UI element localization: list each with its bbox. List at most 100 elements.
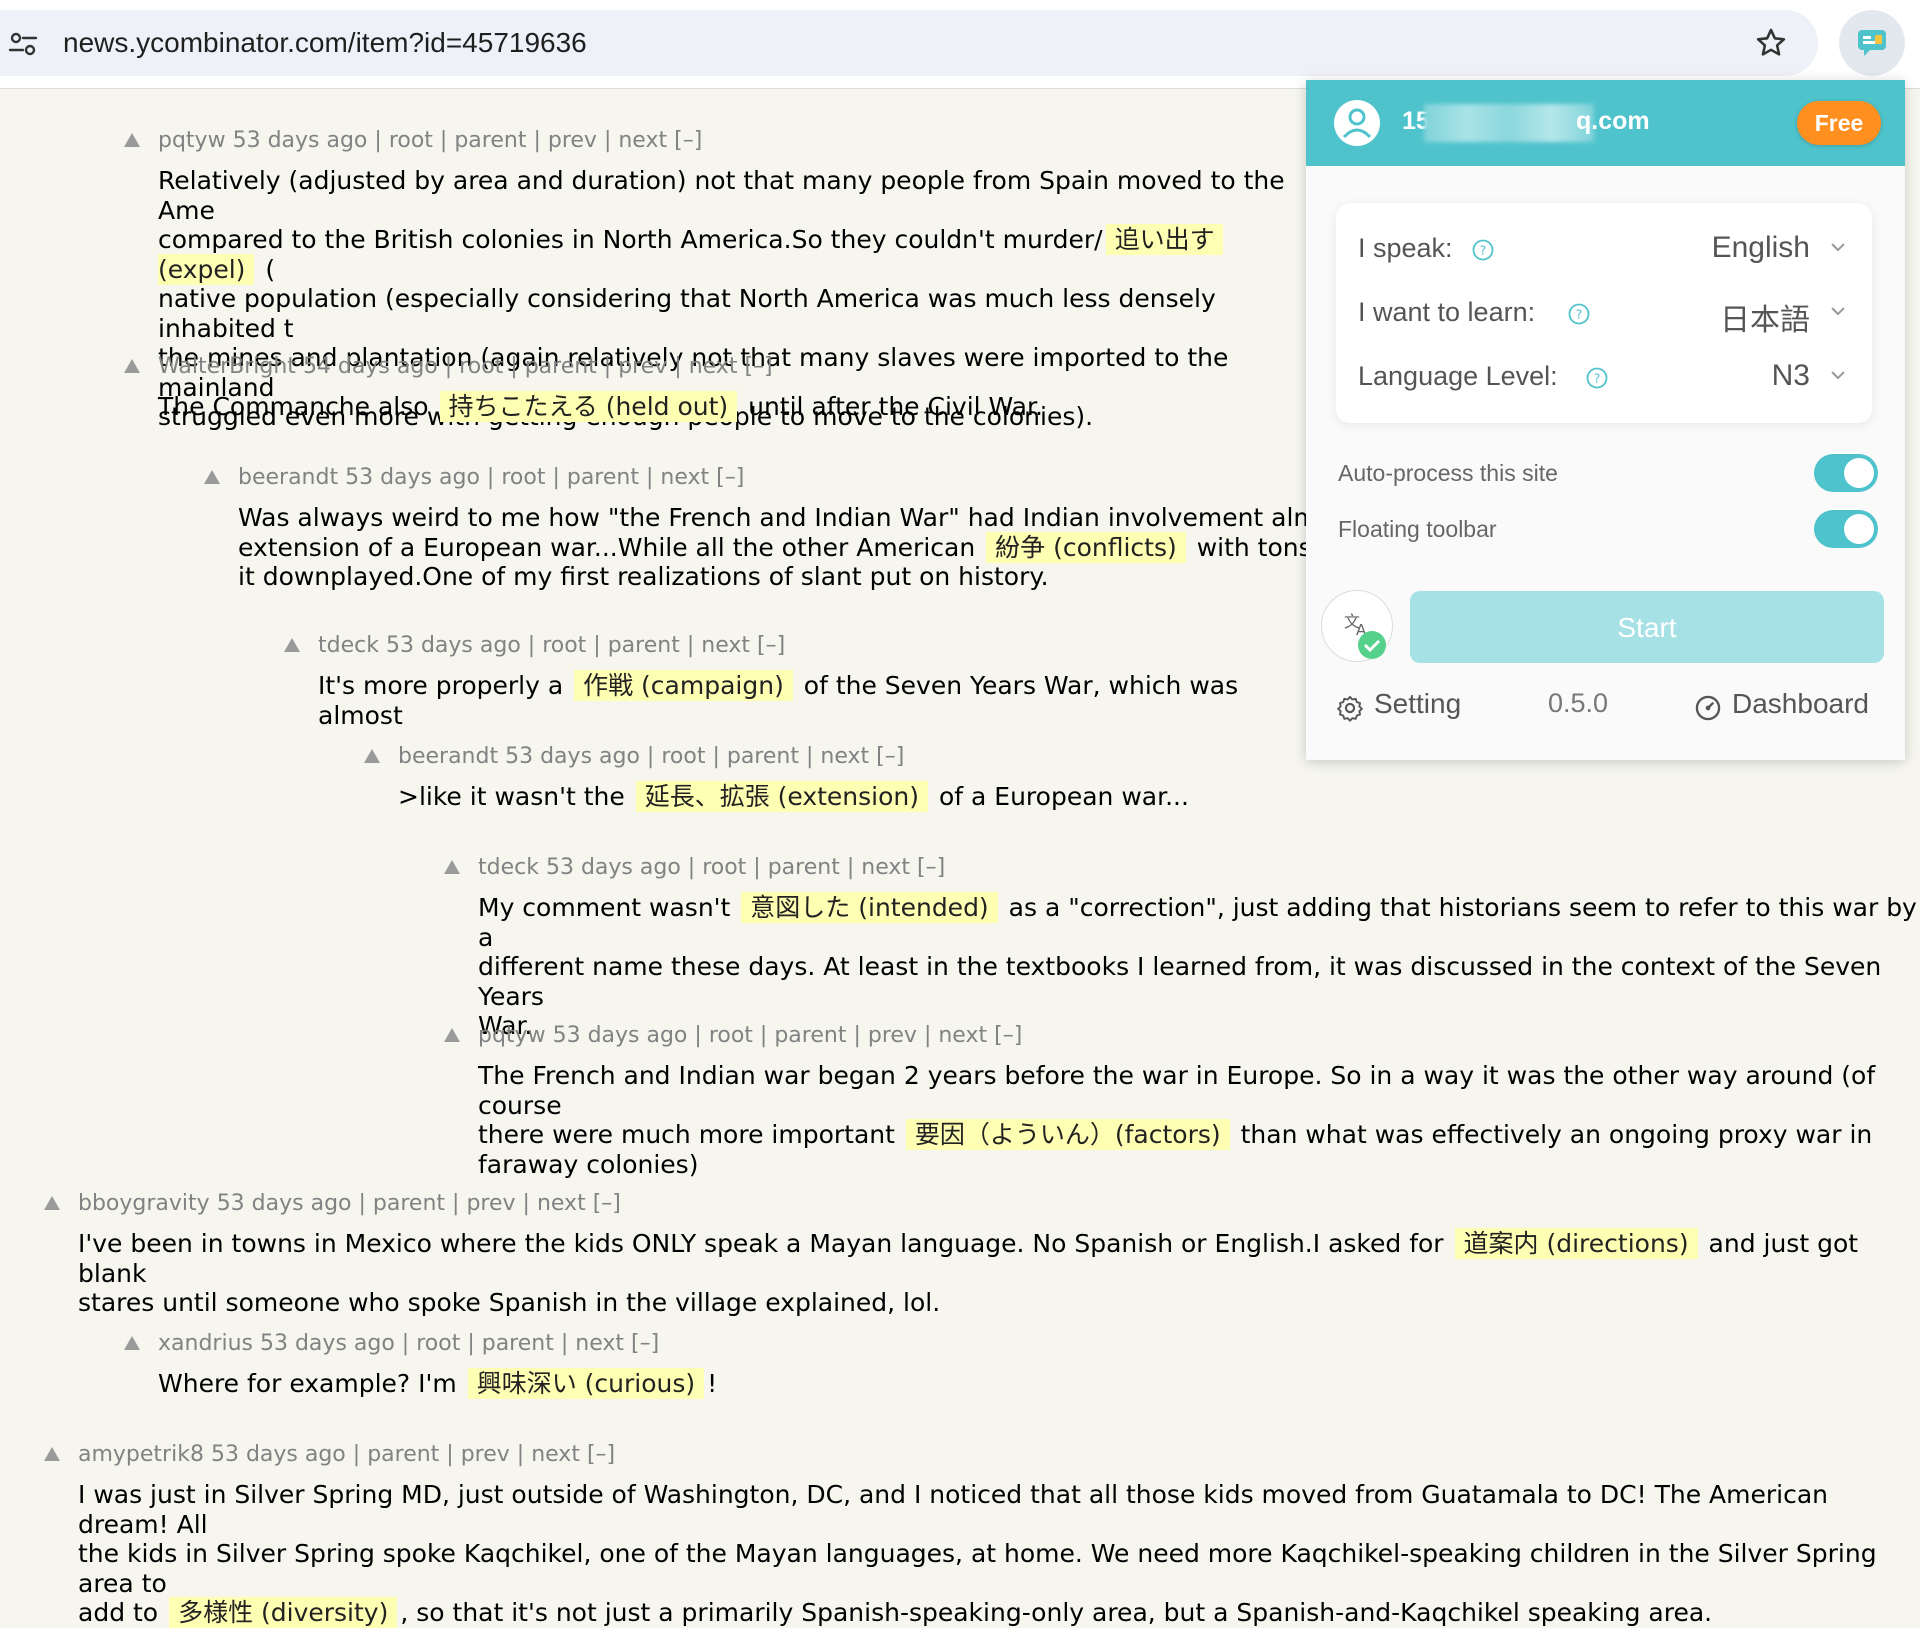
collapse-toggle[interactable]: [–] — [674, 128, 702, 153]
collapse-toggle[interactable]: [–] — [757, 633, 785, 658]
collapse-toggle[interactable]: [–] — [716, 465, 744, 490]
upvote-arrow-icon[interactable] — [284, 638, 300, 652]
collapse-toggle[interactable]: [–] — [876, 744, 904, 769]
next-link[interactable]: next — [820, 744, 869, 769]
parent-link[interactable]: parent — [367, 1442, 439, 1467]
upvote-arrow-icon[interactable] — [44, 1447, 60, 1461]
parent-link[interactable]: parent — [727, 744, 799, 769]
parent-link[interactable]: parent — [567, 465, 639, 490]
upvote-arrow-icon[interactable] — [44, 1196, 60, 1210]
site-settings-icon[interactable] — [8, 29, 38, 59]
comment-age-link[interactable]: 53 days ago — [553, 1023, 688, 1048]
next-link[interactable]: next — [575, 1331, 624, 1356]
prev-link[interactable]: prev — [868, 1023, 917, 1048]
next-link[interactable]: next — [618, 128, 667, 153]
comment-author-link[interactable]: beerandt — [398, 744, 498, 769]
prev-link[interactable]: prev — [618, 354, 667, 379]
vocab-highlight[interactable]: 作戦 (campaign) — [574, 670, 793, 701]
plan-badge[interactable]: Free — [1797, 101, 1881, 145]
comment-age-link[interactable]: 53 days ago — [211, 1442, 346, 1467]
address-bar[interactable]: news.ycombinator.com/item?id=45719636 — [0, 10, 1818, 76]
upvote-arrow-icon[interactable] — [444, 860, 460, 874]
comment-meta: bboygravity 53 days ago | parent | prev … — [78, 1191, 621, 1216]
root-link[interactable]: root — [702, 855, 746, 880]
next-link[interactable]: next — [531, 1442, 580, 1467]
vocab-highlight[interactable]: 道案内 (directions) — [1454, 1228, 1698, 1259]
start-button[interactable]: Start — [1410, 591, 1884, 663]
comment-author-link[interactable]: beerandt — [238, 465, 338, 490]
collapse-toggle[interactable]: [–] — [917, 855, 945, 880]
next-link[interactable]: next — [537, 1191, 586, 1216]
root-link[interactable]: root — [542, 633, 586, 658]
vocab-highlight[interactable]: 持ちこたえる (held out) — [439, 391, 738, 422]
root-link[interactable]: root — [661, 744, 705, 769]
upvote-arrow-icon[interactable] — [124, 1336, 140, 1350]
upvote-arrow-icon[interactable] — [364, 749, 380, 763]
comment-author-link[interactable]: amypetrik8 — [78, 1442, 204, 1467]
comment-age-link[interactable]: 53 days ago — [505, 744, 640, 769]
bookmark-star-icon[interactable] — [1754, 26, 1788, 60]
comment-author-link[interactable]: tdeck — [318, 633, 379, 658]
upvote-arrow-icon[interactable] — [124, 133, 140, 147]
comment-author-link[interactable]: tdeck — [478, 855, 539, 880]
next-link[interactable]: next — [938, 1023, 987, 1048]
comment-age-link[interactable]: 53 days ago — [546, 855, 681, 880]
root-link[interactable]: root — [416, 1331, 460, 1356]
next-link[interactable]: next — [701, 633, 750, 658]
upvote-arrow-icon[interactable] — [124, 359, 140, 373]
collapse-toggle[interactable]: [–] — [593, 1191, 621, 1216]
root-link[interactable]: root — [389, 128, 433, 153]
comment-author-link[interactable]: pqtyw — [158, 128, 226, 153]
vocab-highlight[interactable]: 要因（よういん）(factors) — [905, 1119, 1230, 1150]
comment-author-link[interactable]: pqtyw — [478, 1023, 546, 1048]
vocab-highlight[interactable]: 多様性 (diversity) — [169, 1597, 398, 1628]
collapse-toggle[interactable]: [–] — [994, 1023, 1022, 1048]
comment-age-link[interactable]: 53 days ago — [386, 633, 521, 658]
root-link[interactable]: root — [459, 354, 503, 379]
parent-link[interactable]: parent — [373, 1191, 445, 1216]
collapse-toggle[interactable]: [–] — [631, 1331, 659, 1356]
floating-toolbar-toggle[interactable] — [1814, 510, 1878, 548]
prev-link[interactable]: prev — [461, 1442, 510, 1467]
user-avatar-icon[interactable] — [1334, 100, 1380, 146]
parent-link[interactable]: parent — [774, 1023, 846, 1048]
parent-link[interactable]: parent — [525, 354, 597, 379]
upvote-arrow-icon[interactable] — [204, 470, 220, 484]
parent-link[interactable]: parent — [768, 855, 840, 880]
level-setting[interactable]: Language Level: ? N3 — [1358, 357, 1848, 397]
speak-setting[interactable]: I speak: ? English — [1358, 229, 1848, 269]
vocab-highlight[interactable]: 延長、拡張 (extension) — [635, 781, 929, 812]
vocab-highlight[interactable]: 興味深い (curious) — [467, 1368, 705, 1399]
prev-link[interactable]: prev — [466, 1191, 515, 1216]
comment-author-link[interactable]: bboygravity — [78, 1191, 210, 1216]
learn-setting[interactable]: I want to learn: ? 日本語 — [1358, 293, 1848, 338]
comment-age-link[interactable]: 54 days ago — [303, 354, 438, 379]
upvote-arrow-icon[interactable] — [444, 1028, 460, 1042]
translate-button[interactable]: 文 A — [1321, 590, 1393, 662]
help-icon[interactable]: ? — [1568, 303, 1590, 325]
parent-link[interactable]: parent — [608, 633, 680, 658]
comment-author-link[interactable]: WalterBright — [158, 354, 296, 379]
next-link[interactable]: next — [861, 855, 910, 880]
next-link[interactable]: next — [689, 354, 738, 379]
next-link[interactable]: next — [660, 465, 709, 490]
comment-age-link[interactable]: 53 days ago — [233, 128, 368, 153]
collapse-toggle[interactable]: [–] — [744, 354, 772, 379]
help-icon[interactable]: ? — [1472, 239, 1494, 261]
parent-link[interactable]: parent — [454, 128, 526, 153]
url-text[interactable]: news.ycombinator.com/item?id=45719636 — [63, 24, 587, 62]
vocab-highlight[interactable]: 意図した (intended) — [741, 892, 998, 923]
vocab-highlight[interactable]: 紛争 (conflicts) — [986, 531, 1186, 563]
auto-process-toggle[interactable] — [1814, 454, 1878, 492]
help-icon[interactable]: ? — [1586, 367, 1608, 389]
comment-age-link[interactable]: 53 days ago — [345, 465, 480, 490]
root-link[interactable]: root — [709, 1023, 753, 1048]
comment-author-link[interactable]: xandrius — [158, 1331, 253, 1356]
extension-button[interactable] — [1839, 10, 1905, 76]
root-link[interactable]: root — [501, 465, 545, 490]
collapse-toggle[interactable]: [–] — [587, 1442, 615, 1467]
comment-age-link[interactable]: 53 days ago — [217, 1191, 352, 1216]
parent-link[interactable]: parent — [482, 1331, 554, 1356]
comment-age-link[interactable]: 53 days ago — [260, 1331, 395, 1356]
prev-link[interactable]: prev — [548, 128, 597, 153]
